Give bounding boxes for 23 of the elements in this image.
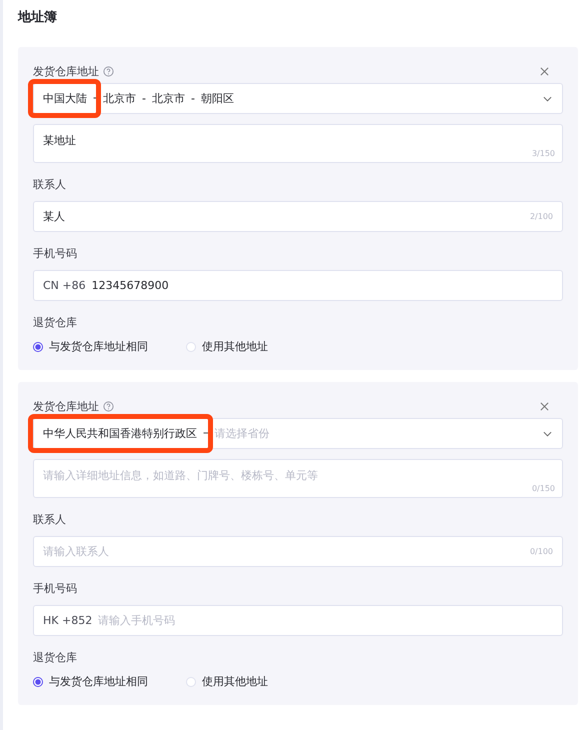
field-label: 发货仓库地址 [33, 64, 99, 78]
phone-input[interactable]: CN +86 12345678900 [33, 270, 563, 301]
help-icon[interactable] [103, 400, 114, 412]
field-label: 手机号码 [33, 581, 78, 597]
address-textarea[interactable]: 某地址 3/150 [33, 124, 563, 163]
radio-option[interactable]: 与发货仓库地址相同 [33, 674, 148, 689]
field-label: 发货仓库地址 [33, 398, 99, 414]
field-label: 手机号码 [33, 246, 78, 262]
close-icon[interactable] [540, 402, 549, 410]
contact-input[interactable]: 某人 2/100 [33, 201, 563, 232]
radio-option[interactable]: 与发货仓库地址相同 [33, 339, 148, 354]
help-icon[interactable] [103, 66, 114, 76]
field-label: 联系人 [33, 177, 67, 193]
field-label: 联系人 [33, 512, 67, 528]
field-label: 退货仓库 [33, 650, 78, 666]
radio-option[interactable]: 使用其他地址 [186, 674, 268, 689]
chevron-down-icon [543, 96, 552, 102]
chevron-down-icon [543, 430, 552, 436]
close-icon[interactable] [540, 66, 549, 76]
page-title: 地址簿 [18, 10, 58, 27]
phone-input[interactable]: HK +852 请输入手机号码 [33, 605, 563, 636]
field-label: 退货仓库 [33, 315, 78, 331]
radio-option[interactable]: 使用其他地址 [186, 339, 268, 354]
